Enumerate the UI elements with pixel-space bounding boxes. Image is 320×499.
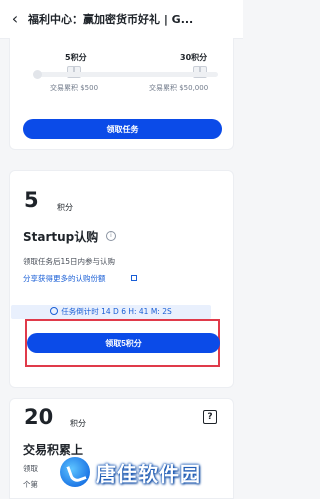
milestone-points-2: 30积分	[180, 53, 208, 62]
milestone-task-card: 5积分 30积分 交易累积 $500 交易累积 $50,000 领取任务	[9, 38, 234, 150]
clock-icon	[50, 307, 59, 315]
chevron-left-icon[interactable]: ‹	[2, 0, 28, 38]
points-value: 5	[24, 188, 39, 212]
milestone-points-1: 5积分	[65, 53, 87, 62]
share-link[interactable]: 分享获得更多的认购份额	[23, 273, 106, 284]
task-description: 个第	[23, 480, 38, 489]
watermark-text: 唐佳软件园	[96, 461, 201, 486]
claim-task-button[interactable]: 领取任务	[23, 119, 222, 139]
task-description: 领取任务后15日内参与认购	[23, 257, 116, 266]
milestone-caption-2: 交易累积 $50,000	[149, 84, 209, 92]
watermark-logo-icon	[60, 457, 90, 487]
page-title: 福利中心：赢加密货币好礼 | G...	[28, 13, 194, 26]
milestone-caption-1: 交易累积 $500	[50, 84, 99, 92]
points-unit: 积分	[70, 419, 86, 428]
top-nav-bar: ‹ 福利中心：赢加密货币好礼 | G...	[0, 0, 243, 39]
milestone-progress-bar	[38, 72, 218, 77]
countdown-banner: 任务倒计时 14 D 6 H: 41 M: 2S	[11, 305, 211, 319]
countdown-text: 任务倒计时 14 D 6 H: 41 M: 2S	[61, 307, 172, 316]
points-unit: 积分	[57, 203, 73, 212]
help-square-icon[interactable]: ?	[203, 410, 217, 424]
info-circle-icon[interactable]: i	[106, 231, 116, 241]
claim-5-points-button[interactable]: 领取5积分	[27, 333, 220, 353]
progress-start-dot	[33, 70, 42, 79]
points-value: 20	[24, 405, 54, 429]
task-description: 领取	[23, 464, 38, 473]
task-title: Startup认购	[23, 230, 99, 244]
watermark: 唐佳软件园	[60, 452, 201, 492]
external-link-icon[interactable]	[131, 275, 137, 281]
